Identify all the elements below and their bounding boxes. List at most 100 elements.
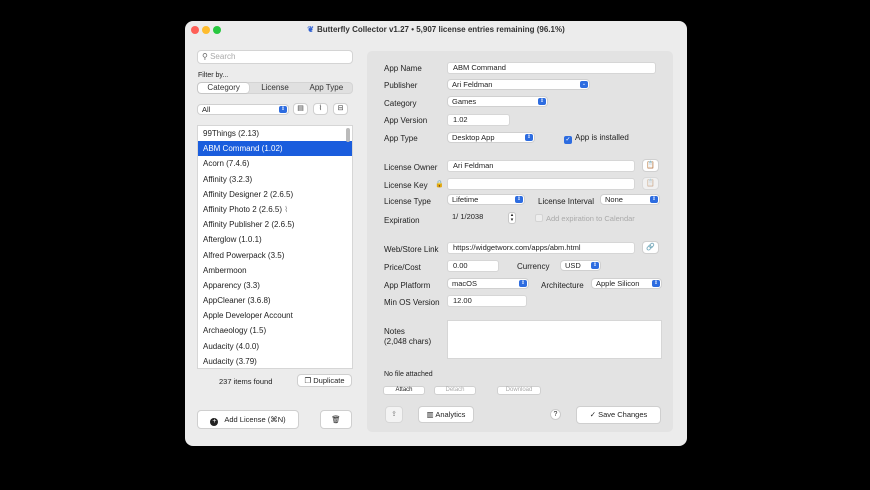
- list-item[interactable]: Ambermoon: [198, 263, 352, 278]
- app-name-field[interactable]: ABM Command: [447, 62, 656, 74]
- web-link-field[interactable]: https://widgetworx.com/apps/abm.html: [447, 242, 635, 254]
- license-type-popup[interactable]: Lifetime ⇕: [447, 194, 525, 205]
- calendar-view-button[interactable]: ▤: [293, 103, 308, 115]
- copy-key-button[interactable]: 📋: [642, 177, 659, 190]
- duplicate-icon: ❐: [304, 376, 314, 385]
- chevron-updown-icon: ⇕: [519, 280, 527, 287]
- trash-icon: 🗑: [331, 415, 341, 424]
- filter-tab-category[interactable]: Category: [198, 83, 250, 93]
- notes-textarea[interactable]: [447, 320, 662, 359]
- chevron-updown-icon: ⇕: [650, 196, 658, 203]
- platform-popup[interactable]: macOS ⇕: [447, 278, 529, 289]
- clipboard-icon: 📋: [646, 180, 655, 187]
- license-owner-label: License Owner: [384, 163, 438, 172]
- category-popup[interactable]: Games ⇕: [447, 96, 548, 107]
- filter-segmented-control: Category License App Type: [197, 82, 353, 94]
- chevron-updown-icon: ⇕: [279, 106, 287, 113]
- open-link-button[interactable]: 🔗: [642, 241, 659, 254]
- list-item[interactable]: AppCleaner (3.6.8): [198, 293, 352, 308]
- clipboard-icon: 📋: [646, 162, 655, 169]
- license-interval-popup[interactable]: None ⇕: [600, 194, 660, 205]
- expiration-date-field[interactable]: 1/ 1/2038: [447, 212, 507, 225]
- currency-popup[interactable]: USD ⇕: [560, 260, 601, 271]
- share-button[interactable]: ⇪: [385, 406, 403, 423]
- file-status: No file attached: [384, 371, 433, 378]
- save-changes-button[interactable]: ✓ Save Changes: [576, 406, 661, 424]
- list-item[interactable]: Affinity (3.2.3): [198, 172, 352, 187]
- list-item[interactable]: 99Things (2.13): [198, 126, 352, 141]
- search-input[interactable]: ⚲ Search: [197, 50, 353, 64]
- chevron-updown-icon: ⇕: [652, 280, 660, 287]
- copy-owner-button[interactable]: 📋: [642, 159, 659, 172]
- list-item[interactable]: Affinity Photo 2 (2.6.5) ⌇: [198, 202, 352, 217]
- share-icon: ⇪: [391, 411, 397, 418]
- price-label: Price/Cost: [384, 263, 421, 272]
- app-list[interactable]: 99Things (2.13) ABM Command (1.02) Acorn…: [197, 125, 353, 369]
- duplicate-button[interactable]: ❐ Duplicate: [297, 374, 352, 387]
- currency-label: Currency: [517, 262, 550, 271]
- min-os-label: Min OS Version: [384, 298, 440, 307]
- publisher-popup[interactable]: Ari Feldman ⌄: [447, 79, 590, 90]
- list-item[interactable]: Apparency (3.3): [198, 278, 352, 293]
- attach-button[interactable]: Attach: [383, 386, 425, 395]
- window-title: ❦ Butterfly Collector v1.27 • 5,907 licen…: [307, 25, 565, 34]
- lock-icon: 🔒: [435, 181, 444, 188]
- chevron-updown-icon: ⇕: [538, 98, 546, 105]
- notes-char-count: (2,048 chars): [384, 337, 432, 346]
- filter-tab-license[interactable]: License: [249, 83, 300, 93]
- add-license-button[interactable]: + Add License (⌘N): [197, 410, 299, 429]
- platform-label: App Platform: [384, 281, 431, 290]
- help-button[interactable]: ?: [550, 409, 561, 420]
- chevron-updown-icon: ⇕: [515, 196, 523, 203]
- item-count: 237 items found: [219, 377, 273, 386]
- list-scrollbar[interactable]: [346, 128, 350, 142]
- app-version-field[interactable]: 1.02: [447, 114, 510, 126]
- checkbox-icon: [535, 214, 543, 222]
- date-stepper[interactable]: ▴ ▾: [508, 212, 516, 224]
- paperclip-icon: ⌇: [284, 204, 289, 214]
- delete-button[interactable]: 🗑: [320, 410, 352, 429]
- architecture-popup[interactable]: Apple Silicon ⇕: [591, 278, 662, 289]
- download-button[interactable]: Download: [497, 386, 541, 395]
- checkmark-icon: ✓: [564, 136, 572, 144]
- analytics-button[interactable]: ▥ Analytics: [418, 406, 474, 423]
- chevron-updown-icon: ⇕: [525, 134, 533, 141]
- list-item[interactable]: Audacity (4.0.0): [198, 339, 352, 354]
- list-item[interactable]: Affinity Designer 2 (2.6.5): [198, 187, 352, 202]
- list-item-selected[interactable]: ABM Command (1.02): [198, 141, 352, 157]
- license-interval-label: License Interval: [538, 197, 595, 206]
- list-item[interactable]: Affinity Publisher 2 (2.6.5): [198, 217, 352, 232]
- app-type-popup[interactable]: Desktop App ⇕: [447, 132, 535, 143]
- attachment-filter-button[interactable]: ⌇: [313, 103, 328, 115]
- chevron-updown-icon: ⇕: [591, 262, 599, 269]
- filter-tab-app-type[interactable]: App Type: [301, 83, 352, 93]
- list-item[interactable]: Audacity (3.79): [198, 354, 352, 368]
- link-icon: 🔗: [646, 244, 655, 251]
- price-field[interactable]: 0.00: [447, 260, 499, 272]
- category-label: Category: [384, 99, 417, 108]
- checkmark-icon: ✓: [589, 410, 599, 419]
- search-icon: ⚲: [202, 52, 211, 61]
- notes-label: Notes: [384, 327, 405, 336]
- web-link-label: Web/Store Link: [384, 245, 439, 254]
- app-window: ❦ Butterfly Collector v1.27 • 5,907 licen…: [185, 21, 687, 446]
- expiration-label: Expiration: [384, 216, 420, 225]
- app-type-label: App Type: [384, 134, 418, 143]
- app-name-label: App Name: [384, 64, 422, 73]
- installed-checkbox[interactable]: ✓ App is installed: [564, 133, 629, 144]
- list-item[interactable]: Archaeology (1.5): [198, 323, 352, 338]
- list-item[interactable]: Apple Developer Account: [198, 308, 352, 323]
- drive-filter-button[interactable]: ⊟: [333, 103, 348, 115]
- min-os-field[interactable]: 12.00: [447, 295, 527, 307]
- add-calendar-checkbox[interactable]: Add expiration to Calendar: [535, 214, 635, 223]
- list-item[interactable]: Afterglow (1.0.1): [198, 232, 352, 247]
- detach-button[interactable]: Detach: [434, 386, 476, 395]
- butterfly-icon: ❦: [307, 25, 314, 34]
- list-item[interactable]: Alfred Powerpack (3.5): [198, 248, 352, 263]
- license-owner-field[interactable]: Ari Feldman: [447, 160, 635, 172]
- publisher-label: Publisher: [384, 81, 418, 90]
- license-key-field[interactable]: [447, 178, 635, 190]
- architecture-label: Architecture: [541, 281, 584, 290]
- filter-value-popup[interactable]: All ⇕: [197, 104, 289, 115]
- list-item[interactable]: Acorn (7.4.6): [198, 156, 352, 171]
